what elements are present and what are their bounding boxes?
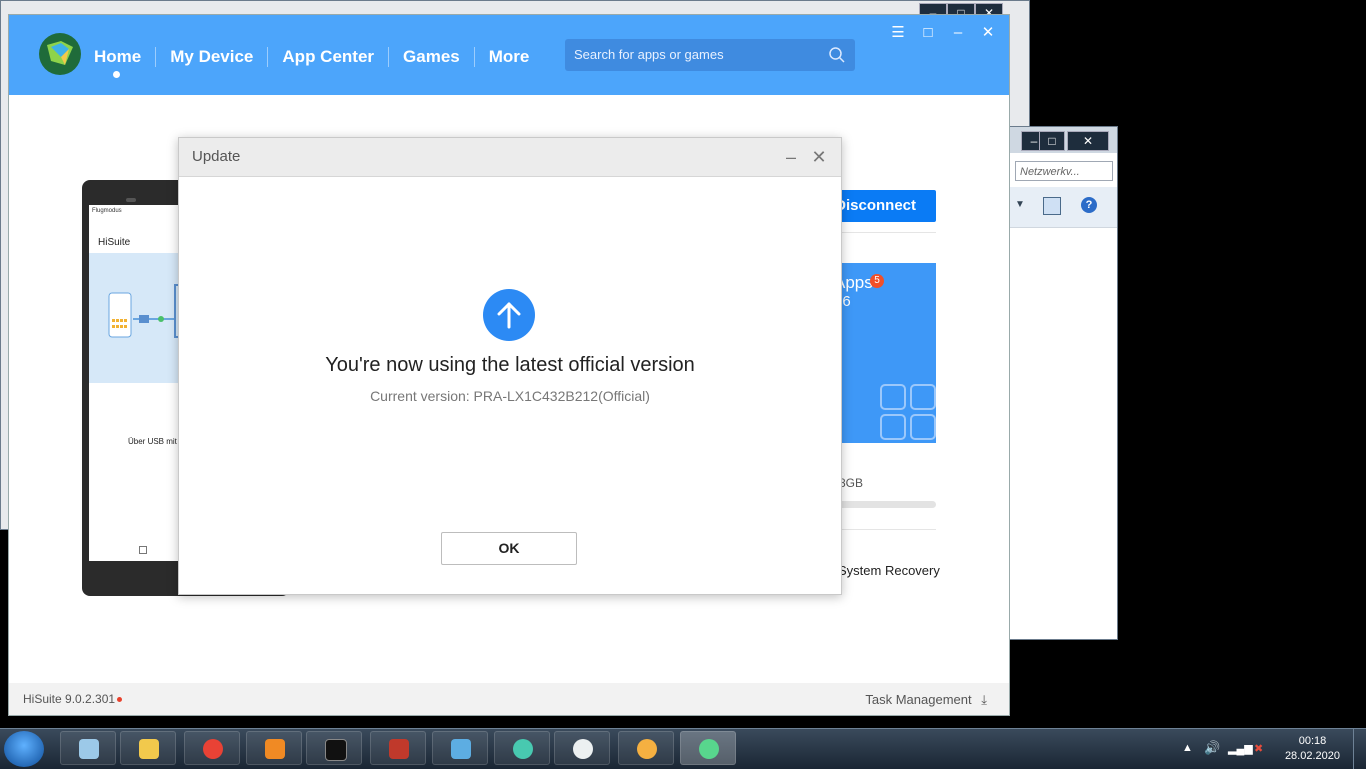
chevron-down-icon[interactable]: ▼ <box>1015 199 1025 210</box>
palette-icon <box>637 739 657 759</box>
apps-grid-icon <box>880 384 936 440</box>
taskbar-paint[interactable] <box>618 731 674 765</box>
dialog-titlebar: Update – ✕ <box>179 138 841 177</box>
monitor-icon <box>451 739 471 759</box>
signal-icon[interactable]: ▂▄▆ <box>1228 742 1253 755</box>
taskbar-app-8[interactable] <box>494 731 550 765</box>
hisuite-logo-icon[interactable] <box>39 33 81 75</box>
apps-badge: 5 <box>870 274 884 288</box>
maximize-icon[interactable]: □ <box>917 25 939 41</box>
arrow-up-icon <box>483 289 535 341</box>
taskbar: ▲ 🔊 ▂▄▆ ✖ 00:18 28.02.2020 <box>0 728 1366 769</box>
ok-button[interactable]: OK <box>441 532 577 565</box>
search-icon <box>573 739 593 759</box>
phone-speaker <box>126 198 136 202</box>
phone-status-text: Flugmodus <box>92 208 122 214</box>
help-icon[interactable]: ? <box>1081 197 1097 213</box>
update-dialog: Update – ✕ You're now using the latest o… <box>178 137 842 595</box>
taskbar-app-1[interactable] <box>60 731 116 765</box>
clock-time: 00:18 <box>1298 735 1327 747</box>
phone-app-title: HiSuite <box>98 237 131 248</box>
main-nav: Home My Device App Center Games More <box>94 45 543 69</box>
show-desktop-button[interactable] <box>1353 729 1366 769</box>
search-input[interactable]: Search for apps or games <box>565 39 855 71</box>
minimize-icon[interactable]: – <box>947 25 969 41</box>
start-button[interactable] <box>4 731 44 767</box>
nav-my-device[interactable]: My Device <box>156 47 269 67</box>
maximize-icon[interactable]: □ <box>1039 131 1065 151</box>
current-version-text: Current version: PRA-LX1C432B212(Officia… <box>370 388 650 404</box>
chrome-icon <box>203 739 223 759</box>
task-management-label: Task Management <box>865 692 972 707</box>
menu-icon[interactable]: ☰ <box>887 25 909 41</box>
version-text: HiSuite 9.0.2.301 <box>23 692 116 706</box>
clock[interactable]: 00:18 28.02.2020 <box>1285 734 1340 764</box>
clock-date: 28.02.2020 <box>1284 750 1340 762</box>
explorer-toolbar: ▼ ? <box>1009 187 1117 228</box>
terminal-icon <box>325 739 347 761</box>
app-icon <box>79 739 99 759</box>
volume-icon[interactable]: 🔊 <box>1204 740 1220 756</box>
taskbar-app-9[interactable] <box>554 731 610 765</box>
taskbar-vlc[interactable] <box>246 731 302 765</box>
tray-arrow-icon[interactable]: ▲ <box>1182 742 1193 754</box>
task-management-button[interactable]: Task Management ⤓ <box>865 692 987 708</box>
phone-home-icon <box>139 546 147 554</box>
nav-more[interactable]: More <box>475 47 544 67</box>
app-footer: HiSuite 9.0.2.301 Task Management ⤓ <box>9 683 1009 715</box>
app-icon <box>513 739 533 759</box>
version-label: HiSuite 9.0.2.301 <box>23 692 123 706</box>
taskbar-hisuite[interactable] <box>680 731 736 765</box>
taskbar-explorer[interactable] <box>120 731 176 765</box>
update-dot-icon <box>117 697 123 703</box>
dialog-headline: You're now using the latest official ver… <box>325 354 695 376</box>
nav-home[interactable]: Home <box>94 47 157 67</box>
minimize-icon[interactable]: – <box>781 147 801 167</box>
phone-caption: Über USB mit <box>128 437 177 446</box>
search-placeholder: Search for apps or games <box>574 47 724 62</box>
taskbar-chrome[interactable] <box>184 731 240 765</box>
search-icon[interactable] <box>828 46 846 64</box>
download-icon: ⤓ <box>981 692 987 707</box>
close-icon[interactable]: ✕ <box>977 25 999 41</box>
system-recovery-link[interactable]: System Recovery <box>838 563 940 578</box>
toolbox-icon <box>389 739 409 759</box>
nav-app-center[interactable]: App Center <box>268 47 390 67</box>
vlc-icon <box>265 739 285 759</box>
close-icon[interactable]: ✕ <box>809 147 829 167</box>
close-icon[interactable]: ✕ <box>1067 131 1109 151</box>
background-explorer-window: – □ ✕ Netzwerkv... ▼ ? <box>1008 126 1118 640</box>
hisuite-icon <box>699 739 719 759</box>
search-input[interactable]: Netzwerkv... <box>1015 161 1113 181</box>
folder-icon <box>139 739 159 759</box>
taskbar-app-6[interactable] <box>370 731 426 765</box>
network-warning-icon[interactable]: ✖ <box>1254 742 1263 755</box>
pane-icon[interactable] <box>1043 197 1061 215</box>
taskbar-cmd[interactable] <box>306 731 362 765</box>
taskbar-app-7[interactable] <box>432 731 488 765</box>
dialog-title: Update <box>192 148 241 165</box>
active-tab-indicator <box>113 71 120 78</box>
nav-games[interactable]: Games <box>389 47 475 67</box>
app-header: Home My Device App Center Games More Sea… <box>9 15 1009 95</box>
